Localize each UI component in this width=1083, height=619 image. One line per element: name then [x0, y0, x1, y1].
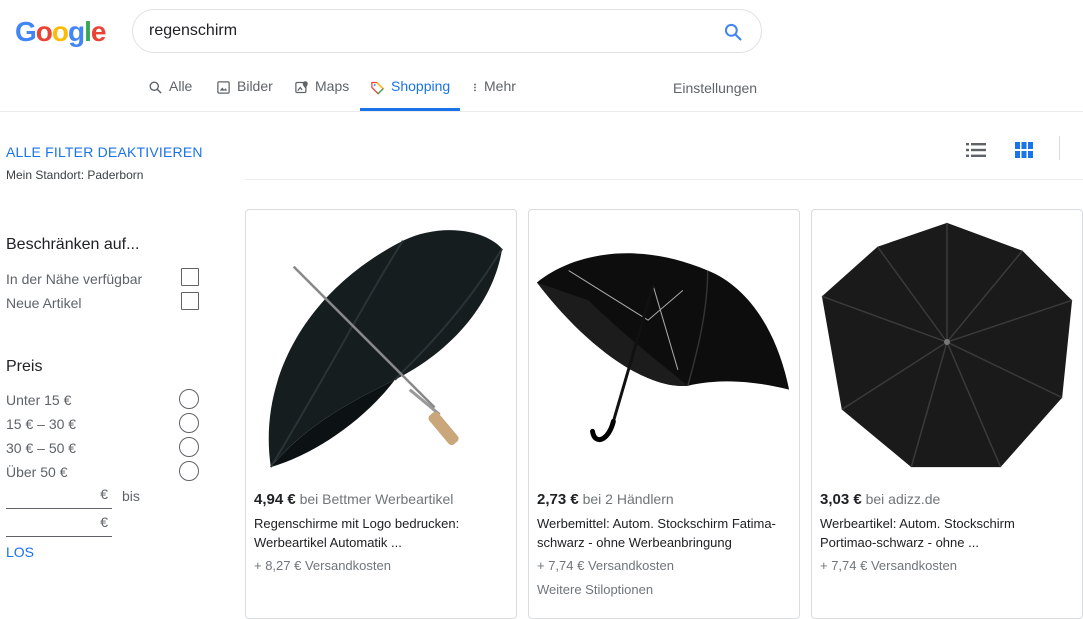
header-divider	[0, 111, 1083, 112]
tab-maps[interactable]: Maps	[294, 78, 349, 111]
shipping-cost: + 8,27 € Versandkosten	[254, 558, 391, 573]
tab-mehr[interactable]: Mehr	[470, 78, 516, 111]
price-option-over-50[interactable]: Über 50 €	[6, 461, 199, 483]
product-seller[interactable]: bei adizz.de	[866, 491, 941, 507]
filter-nearby[interactable]: In der Nähe verfügbar	[6, 268, 199, 290]
search-icon[interactable]	[723, 22, 743, 42]
location-text: Mein Standort: Paderborn	[6, 168, 144, 182]
product-price: 4,94 €	[254, 491, 296, 508]
price-radio[interactable]	[179, 437, 199, 457]
shipping-cost: + 7,74 € Versandkosten	[820, 558, 957, 573]
product-seller[interactable]: bei Bettmer Werbeartikel	[300, 491, 454, 507]
product-title[interactable]: Werbemittel: Autom. Stockschirm Fatima-s…	[537, 514, 792, 552]
search-input[interactable]: regenschirm	[132, 9, 762, 53]
price-to-label: bis	[122, 488, 140, 504]
price-option-under-15[interactable]: Unter 15 €	[6, 389, 199, 411]
google-logo[interactable]: Google	[15, 16, 106, 48]
tab-bilder[interactable]: Bilder	[216, 78, 273, 111]
more-vert-icon	[474, 83, 476, 92]
tab-alle[interactable]: Alle	[148, 78, 192, 111]
tab-shopping[interactable]: Shopping	[359, 78, 461, 111]
more-styles-link[interactable]: Weitere Stiloptionen	[537, 582, 653, 597]
product-card[interactable]: 3,03 € bei adizz.de Werbeartikel: Autom.…	[811, 209, 1083, 619]
image-icon	[217, 81, 230, 94]
tag-icon	[371, 81, 385, 95]
restrict-heading: Beschränken auf...	[6, 236, 140, 253]
clear-filters-link[interactable]: ALLE FILTER DEAKTIVIEREN	[6, 144, 203, 160]
product-price: 2,73 €	[537, 491, 579, 508]
product-card[interactable]: 2,73 € bei 2 Händlern Werbemittel: Autom…	[528, 209, 800, 619]
price-line: 3,03 € bei adizz.de	[820, 491, 940, 508]
new-items-checkbox[interactable]	[181, 292, 199, 310]
price-radio[interactable]	[179, 389, 199, 409]
search-icon	[149, 81, 162, 94]
search-query[interactable]: regenschirm	[149, 22, 237, 40]
product-image[interactable]	[246, 210, 516, 480]
product-card[interactable]: 4,94 € bei Bettmer Werbeartikel Regensch…	[245, 209, 517, 619]
price-apply-button[interactable]: LOS	[6, 544, 34, 560]
product-image[interactable]	[812, 210, 1082, 480]
product-title[interactable]: Regenschirme mit Logo bedrucken: Werbeart…	[254, 514, 509, 552]
shipping-cost: + 7,74 € Versandkosten	[537, 558, 674, 573]
product-price: 3,03 €	[820, 491, 862, 508]
grid-view-icon[interactable]	[1015, 142, 1033, 158]
price-radio[interactable]	[179, 461, 199, 481]
product-title[interactable]: Werbeartikel: Autom. Stockschirm Portimao…	[820, 514, 1075, 552]
price-min-input[interactable]: €	[6, 486, 112, 509]
price-max-input[interactable]: €	[6, 514, 112, 537]
filter-new-items[interactable]: Neue Artikel	[6, 292, 199, 314]
list-view-icon[interactable]	[966, 143, 986, 157]
product-seller[interactable]: bei 2 Händlern	[583, 491, 674, 507]
view-separator	[1059, 136, 1060, 160]
price-line: 2,73 € bei 2 Händlern	[537, 491, 674, 508]
price-line: 4,94 € bei Bettmer Werbeartikel	[254, 491, 453, 508]
results-divider	[245, 179, 1083, 180]
nearby-checkbox[interactable]	[181, 268, 199, 286]
price-option-30-50[interactable]: 30 € – 50 €	[6, 437, 199, 459]
price-heading: Preis	[6, 358, 43, 375]
price-option-15-30[interactable]: 15 € – 30 €	[6, 413, 199, 435]
product-image[interactable]	[529, 210, 799, 480]
price-radio[interactable]	[179, 413, 199, 433]
settings-link[interactable]: Einstellungen	[673, 80, 757, 96]
map-icon	[295, 81, 308, 94]
